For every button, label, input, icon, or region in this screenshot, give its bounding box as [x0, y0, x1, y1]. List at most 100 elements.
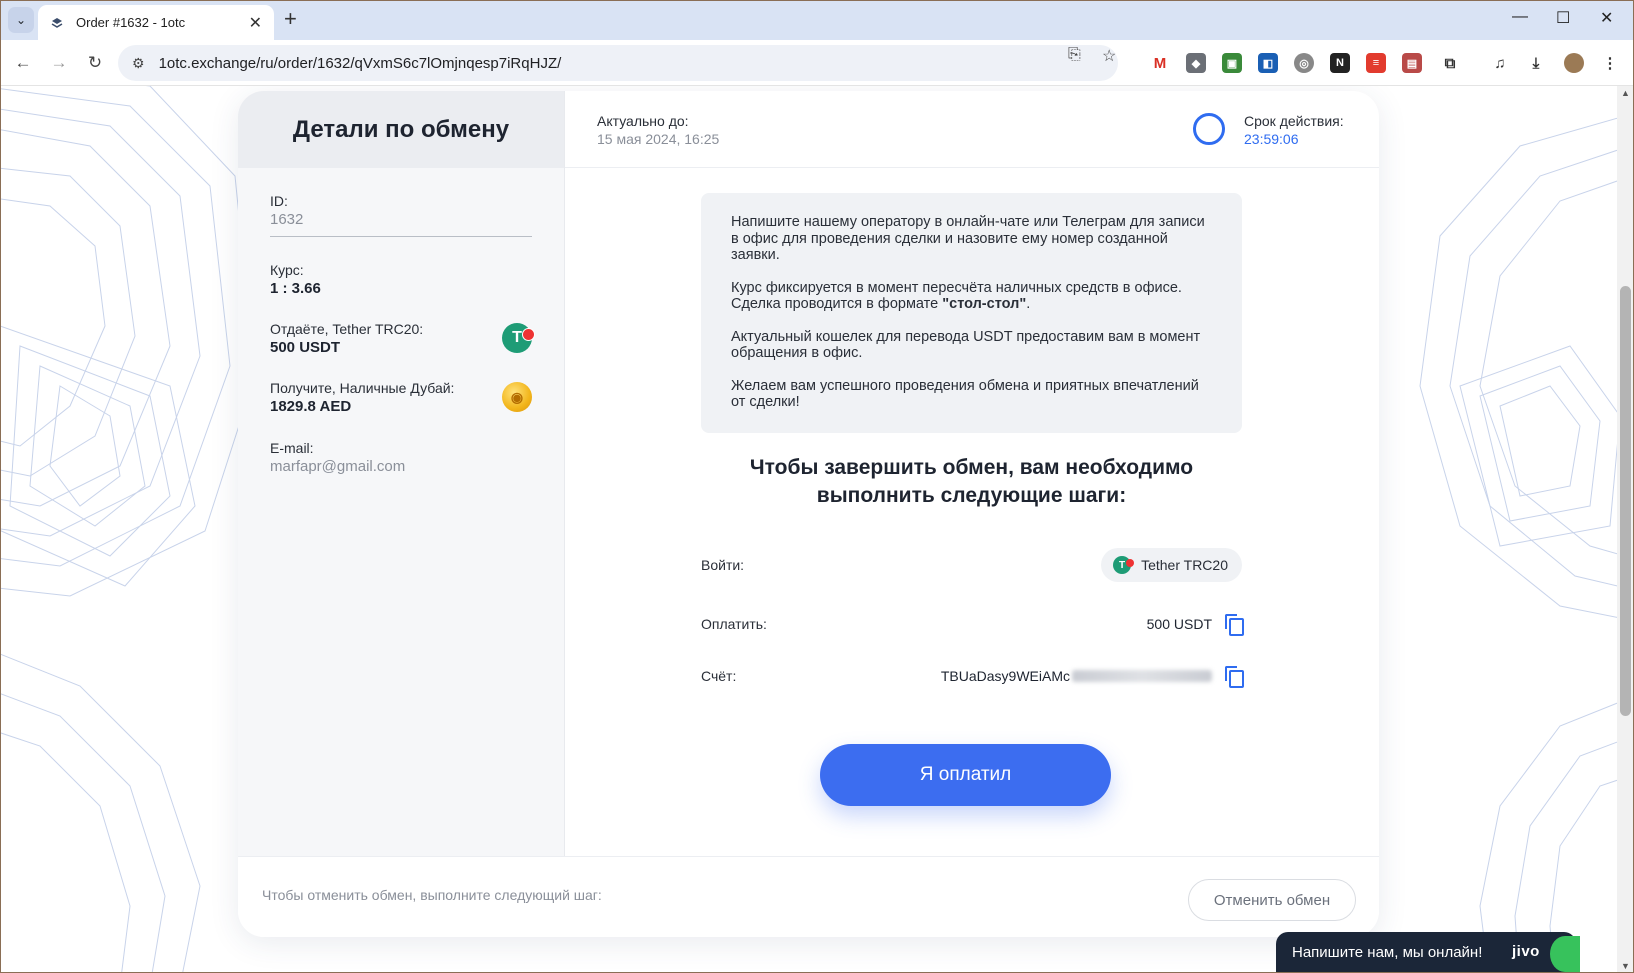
expiry-label: Срок действия:	[1244, 113, 1344, 129]
pay-row: Оплатить: 500 USDT	[701, 607, 1244, 641]
instruction-2-end: .	[1026, 296, 1031, 312]
chat-brand: jivo	[1512, 943, 1540, 960]
redacted-address	[1072, 670, 1212, 682]
account-value: TBUaDasy9WEiAMc	[940, 666, 1244, 688]
browser-tab[interactable]: Order #1632 - 1otc ✕	[38, 5, 274, 40]
rate-label: Курс:	[270, 262, 304, 278]
valid-until: Актуально до: 15 мая 2024, 16:25	[597, 113, 719, 147]
scroll-down-icon[interactable]: ▼	[1621, 961, 1630, 971]
extension-icon[interactable]: ◆	[1186, 53, 1206, 73]
media-icon[interactable]: ♫	[1490, 53, 1510, 73]
get-field: Получите, Наличные Дубай: 1829.8 AED ◉	[270, 380, 532, 415]
site-favicon	[50, 16, 64, 30]
details-header: Детали по обмену	[238, 91, 564, 168]
browser-tabstrip: ⌄ Order #1632 - 1otc ✕ + — ☐ ✕	[0, 0, 1634, 40]
copy-amount-icon[interactable]	[1224, 614, 1244, 636]
avatar[interactable]	[1564, 53, 1584, 73]
instruction-4: Желаем вам успешного проведения обмена и…	[731, 377, 1199, 411]
pay-label: Оплатить:	[701, 616, 767, 632]
extension-icon[interactable]: ▤	[1402, 53, 1422, 73]
gold-coin-icon: ◉	[502, 382, 532, 412]
order-details-panel: Детали по обмену ID: 1632 Курс: 1 : 3.66…	[238, 91, 565, 856]
minimize-icon[interactable]: —	[1512, 8, 1528, 26]
details-title: Детали по обмену	[292, 115, 510, 143]
browser-toolbar: ← → ↻ ⚙ 1otc.exchange/ru/order/1632/qVxm…	[0, 40, 1634, 86]
cancel-hint: Чтобы отменить обмен, выполните следующи…	[262, 887, 602, 903]
site-info-icon[interactable]: ⚙	[132, 55, 145, 72]
tab-search-button[interactable]: ⌄	[8, 7, 34, 33]
get-value: 1829.8 AED	[270, 398, 352, 415]
account-row: Счёт: TBUaDasy9WEiAMc	[701, 659, 1244, 693]
chat-label: Напишите нам, мы онлайн!	[1292, 944, 1483, 961]
steps-title: Чтобы завершить обмен, вам необходимо вы…	[701, 454, 1242, 510]
valid-until-value: 15 мая 2024, 16:25	[597, 131, 720, 147]
extension-icon[interactable]: ≡	[1366, 53, 1386, 73]
divider	[270, 236, 532, 237]
tether-icon: T	[502, 323, 535, 353]
login-method-label: Tether TRC20	[1141, 557, 1228, 573]
gmail-icon[interactable]: M	[1150, 53, 1170, 73]
bookmark-star-icon[interactable]: ☆	[1102, 46, 1116, 66]
expiry-value: 23:59:06	[1244, 131, 1299, 147]
order-card: Детали по обмену ID: 1632 Курс: 1 : 3.66…	[238, 91, 1379, 937]
email-field: E-mail: marfapr@gmail.com	[270, 440, 532, 475]
account-address: TBUaDasy9WEiAMc	[940, 668, 1070, 684]
cancel-exchange-button[interactable]: Отменить обмен	[1188, 879, 1356, 921]
login-label: Войти:	[701, 557, 745, 573]
rate-value: 1 : 3.66	[270, 280, 321, 297]
instruction-2: Курс фиксируется в момент пересчёта нали…	[731, 280, 1212, 313]
back-icon[interactable]: ←	[10, 50, 36, 76]
pay-amount: 500 USDT	[1146, 616, 1212, 632]
give-field: Отдаёте, Tether TRC20: 500 USDT T	[270, 321, 535, 356]
id-value: 1632	[270, 211, 304, 228]
scrollbar-thumb[interactable]	[1620, 286, 1631, 716]
page-viewport: Детали по обмену ID: 1632 Курс: 1 : 3.66…	[0, 86, 1634, 973]
paid-button[interactable]: Я оплатил	[820, 744, 1111, 806]
tether-icon: T	[1113, 556, 1135, 574]
instructions-box: Напишите нашему оператору в онлайн-чате …	[701, 193, 1242, 433]
expiry-timer: Срок действия: 23:59:06	[1244, 113, 1344, 147]
account-label: Счёт:	[701, 668, 737, 684]
extension-icon[interactable]: ◧	[1258, 53, 1278, 73]
timer-ring-icon	[1193, 113, 1225, 145]
chat-widget[interactable]: Напишите нам, мы онлайн! jivo	[1276, 932, 1580, 973]
close-tab-icon[interactable]: ✕	[249, 13, 262, 33]
extension-icon[interactable]: ◎	[1294, 53, 1314, 73]
order-status-header: Актуально до: 15 мая 2024, 16:25 Срок де…	[565, 91, 1379, 168]
login-row: Войти: T Tether TRC20	[701, 548, 1242, 582]
extension-icon[interactable]: ▣	[1222, 53, 1242, 73]
email-label: E-mail:	[270, 440, 314, 456]
url-text: 1otc.exchange/ru/order/1632/qVxmS6c7lOmj…	[158, 54, 562, 72]
steps-title-line2: выполнить следующие шаги:	[816, 484, 1127, 507]
page-scrollbar[interactable]: ▲ ▼	[1617, 86, 1634, 973]
download-icon[interactable]: ⤓	[1526, 53, 1546, 73]
give-value: 500 USDT	[270, 339, 341, 356]
forward-icon[interactable]: →	[46, 50, 72, 76]
scroll-up-icon[interactable]: ▲	[1621, 88, 1630, 98]
steps-title-line1: Чтобы завершить обмен, вам необходимо	[749, 456, 1194, 479]
rate-field: Курс: 1 : 3.66	[270, 262, 532, 297]
instruction-2-bold: "стол-стол"	[942, 296, 1027, 312]
copy-address-icon[interactable]	[1224, 666, 1244, 688]
address-bar[interactable]: ⚙ 1otc.exchange/ru/order/1632/qVxmS6c7lO…	[118, 45, 1118, 81]
new-tab-button[interactable]: +	[284, 8, 297, 30]
menu-icon[interactable]: ⋮	[1600, 53, 1620, 73]
reload-icon[interactable]: ↻	[82, 50, 108, 76]
install-app-icon[interactable]: ⎘	[1068, 46, 1081, 64]
id-label: ID:	[270, 193, 288, 209]
instruction-3: Актуальный кошелек для перевода USDT пре…	[731, 328, 1201, 362]
notion-icon[interactable]: N	[1330, 53, 1350, 73]
instruction-1: Напишите нашему оператору в онлайн-чате …	[731, 214, 1205, 263]
chat-status-icon	[1550, 936, 1580, 972]
cancel-footer: Чтобы отменить обмен, выполните следующи…	[238, 856, 1379, 937]
pay-value: 500 USDT	[1146, 614, 1244, 636]
email-value: marfapr@gmail.com	[270, 458, 406, 475]
order-id-field: ID: 1632	[270, 193, 532, 228]
login-method-pill[interactable]: T Tether TRC20	[1101, 548, 1242, 582]
get-label: Получите, Наличные Дубай:	[270, 380, 455, 396]
puzzle-icon[interactable]: ⧉	[1440, 53, 1460, 73]
give-label: Отдаёте, Tether TRC20:	[270, 321, 424, 337]
valid-until-label: Актуально до:	[597, 113, 689, 129]
maximize-icon[interactable]: ☐	[1556, 8, 1570, 28]
close-window-icon[interactable]: ✕	[1600, 8, 1613, 28]
